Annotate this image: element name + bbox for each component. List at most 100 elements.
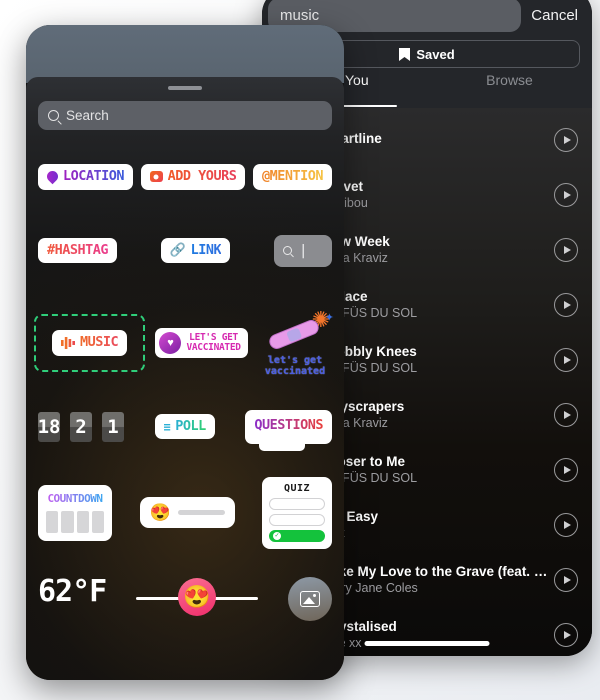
countdown-digit-boxes bbox=[46, 510, 104, 533]
sticker-countdown-clock[interactable]: 18 2 1 bbox=[38, 411, 124, 442]
track-artist: RÜFÜS DU SOL bbox=[324, 306, 418, 320]
search-icon bbox=[282, 246, 292, 255]
track-meta: Low Week Nina Kraviz bbox=[324, 234, 554, 265]
play-icon[interactable] bbox=[554, 457, 578, 482]
track-meta: Heartline bbox=[324, 131, 554, 148]
search-placeholder: Search bbox=[66, 108, 109, 123]
play-icon[interactable] bbox=[554, 622, 578, 647]
track-title: Wobbly Knees bbox=[324, 344, 417, 359]
slider-knob[interactable]: 😍 bbox=[178, 577, 217, 616]
poll-icon: ≡ bbox=[163, 419, 171, 434]
sticker-poll[interactable]: ≡ POLL bbox=[154, 413, 215, 440]
play-icon[interactable] bbox=[554, 127, 578, 152]
play-icon[interactable] bbox=[554, 237, 578, 262]
sticker-add-yours[interactable]: ADD YOURS bbox=[140, 164, 246, 190]
sticker-location[interactable]: LOCATION bbox=[38, 164, 134, 190]
search-input[interactable]: Search bbox=[38, 101, 332, 130]
sticker-vaccinated-text: LET'S GET VACCINATED bbox=[186, 331, 241, 354]
play-icon[interactable] bbox=[554, 402, 578, 427]
sticker-questions[interactable]: QUESTIONS bbox=[245, 409, 332, 451]
track-meta: Solace RÜFÜS DU SOL bbox=[324, 289, 554, 320]
vaccinated-line-2: VACCINATED bbox=[186, 342, 241, 353]
track-artist: Caribou bbox=[324, 196, 368, 210]
sticker-quiz-label: QUIZ bbox=[283, 482, 311, 494]
sticker-emoji-slider[interactable]: 😍 bbox=[139, 497, 235, 528]
flip-digit: 18 bbox=[38, 411, 60, 442]
countdown-box bbox=[46, 510, 59, 533]
play-icon[interactable] bbox=[554, 567, 578, 592]
track-meta: Closer to Me RÜFÜS DU SOL bbox=[324, 454, 554, 485]
link-icon: 🔗 bbox=[169, 243, 186, 258]
play-icon[interactable] bbox=[554, 182, 578, 207]
tab-browse[interactable]: Browse bbox=[427, 72, 592, 102]
sticker-tray-sheet: Search LOCATION ADD YOURS @MENTION #HASH… bbox=[26, 77, 344, 680]
track-title: Crystalised bbox=[324, 619, 397, 634]
play-icon[interactable] bbox=[554, 292, 578, 317]
sticker-hashtag[interactable]: #HASHTAG bbox=[38, 237, 118, 264]
track-artist: Mary Jane Coles bbox=[324, 581, 418, 595]
track-title: Go Easy bbox=[324, 509, 379, 524]
sparkle-icon: ✦ bbox=[324, 311, 334, 324]
sticker-music-label: MUSIC bbox=[80, 334, 119, 351]
bandaid-art: ✺ ✦ ♥ bbox=[258, 308, 334, 353]
check-icon: ✓ bbox=[273, 531, 281, 540]
sticker-tray-phone: Search LOCATION ADD YOURS @MENTION #HASH… bbox=[26, 25, 344, 680]
drag-handle[interactable] bbox=[168, 86, 202, 90]
text-cursor: | bbox=[298, 242, 308, 259]
play-icon[interactable] bbox=[554, 347, 578, 372]
gif-search-box[interactable]: | bbox=[273, 234, 332, 267]
sticker-questions-label: QUESTIONS bbox=[254, 416, 323, 433]
sticker-row-6: 62°F 😍 bbox=[38, 576, 332, 621]
track-meta: Skyscrapers Nina Kraviz bbox=[324, 399, 554, 430]
music-search-value: music bbox=[280, 6, 320, 24]
emoji-icon: 😍 bbox=[149, 503, 171, 522]
track-title: Solace bbox=[324, 289, 368, 304]
sticker-countdown-label: COUNTDOWN bbox=[47, 491, 103, 505]
track-meta: Go Easy Fox bbox=[324, 509, 554, 540]
slider-track[interactable] bbox=[177, 510, 225, 515]
countdown-box bbox=[61, 510, 74, 533]
sticker-add-yours-label: ADD YOURS bbox=[167, 168, 237, 184]
track-meta: Take My Love to the Grave (feat. Claudia… bbox=[324, 564, 554, 595]
sticker-row-4: 18 2 1 ≡ POLL QUESTIONS bbox=[38, 409, 332, 451]
sticker-large-emoji-slider[interactable]: 😍 bbox=[136, 577, 259, 617]
sticker-lets-get-vaccinated[interactable]: ♥ LET'S GET VACCINATED bbox=[155, 328, 248, 358]
track-artist: Nina Kraviz bbox=[324, 251, 388, 265]
selection-highlight-music: MUSIC bbox=[34, 314, 146, 372]
sticker-link-label: LINK bbox=[190, 241, 222, 258]
image-icon bbox=[300, 590, 320, 607]
flip-digit: 1 bbox=[102, 411, 124, 442]
track-title: Take My Love to the Grave (feat. Claudia… bbox=[324, 564, 554, 579]
sticker-quiz[interactable]: QUIZ ✓ bbox=[262, 476, 332, 549]
sticker-mention[interactable]: @MENTION bbox=[252, 164, 332, 190]
saved-label: Saved bbox=[416, 46, 455, 62]
sticker-temperature[interactable]: 62°F bbox=[38, 576, 107, 607]
track-title: Low Week bbox=[324, 234, 390, 249]
track-title: Heartline bbox=[324, 131, 382, 146]
heart-icon: ♥ bbox=[159, 332, 182, 354]
sticker-photo[interactable] bbox=[288, 576, 332, 621]
countdown-box bbox=[76, 510, 89, 533]
cancel-button[interactable]: Cancel bbox=[531, 7, 582, 24]
sticker-music[interactable]: MUSIC bbox=[52, 330, 128, 356]
track-meta: Velvet Caribou bbox=[324, 179, 554, 210]
flip-digit: 2 bbox=[70, 411, 92, 442]
bandaid-line-2: vaccinated bbox=[264, 366, 326, 377]
vaccinated-line-1: LET'S GET bbox=[189, 331, 238, 343]
sticker-poll-label: POLL bbox=[175, 417, 206, 434]
quiz-option-correct: ✓ bbox=[269, 529, 325, 542]
sticker-location-label: LOCATION bbox=[63, 168, 125, 184]
bandaid-line-1: let's get bbox=[267, 354, 323, 366]
sticker-bandaid-vaccinated[interactable]: ✺ ✦ ♥ let's get vaccinated bbox=[258, 308, 334, 378]
track-title: Velvet bbox=[324, 179, 554, 194]
track-artist: Nina Kraviz bbox=[324, 416, 388, 430]
sticker-countdown-card[interactable]: COUNTDOWN bbox=[38, 484, 112, 541]
track-artist: Fox bbox=[324, 526, 554, 540]
sticker-row-1: LOCATION ADD YOURS @MENTION bbox=[38, 164, 332, 190]
search-icon bbox=[48, 110, 59, 121]
track-artist: RÜFÜS DU SOL bbox=[324, 361, 418, 375]
sticker-link[interactable]: 🔗 LINK bbox=[160, 237, 231, 264]
sticker-row-3: MUSIC ♥ LET'S GET VACCINATED ✺ ✦ ♥ let's… bbox=[34, 308, 334, 378]
play-icon[interactable] bbox=[554, 512, 578, 537]
sticker-row-2: #HASHTAG 🔗 LINK | bbox=[38, 234, 332, 267]
